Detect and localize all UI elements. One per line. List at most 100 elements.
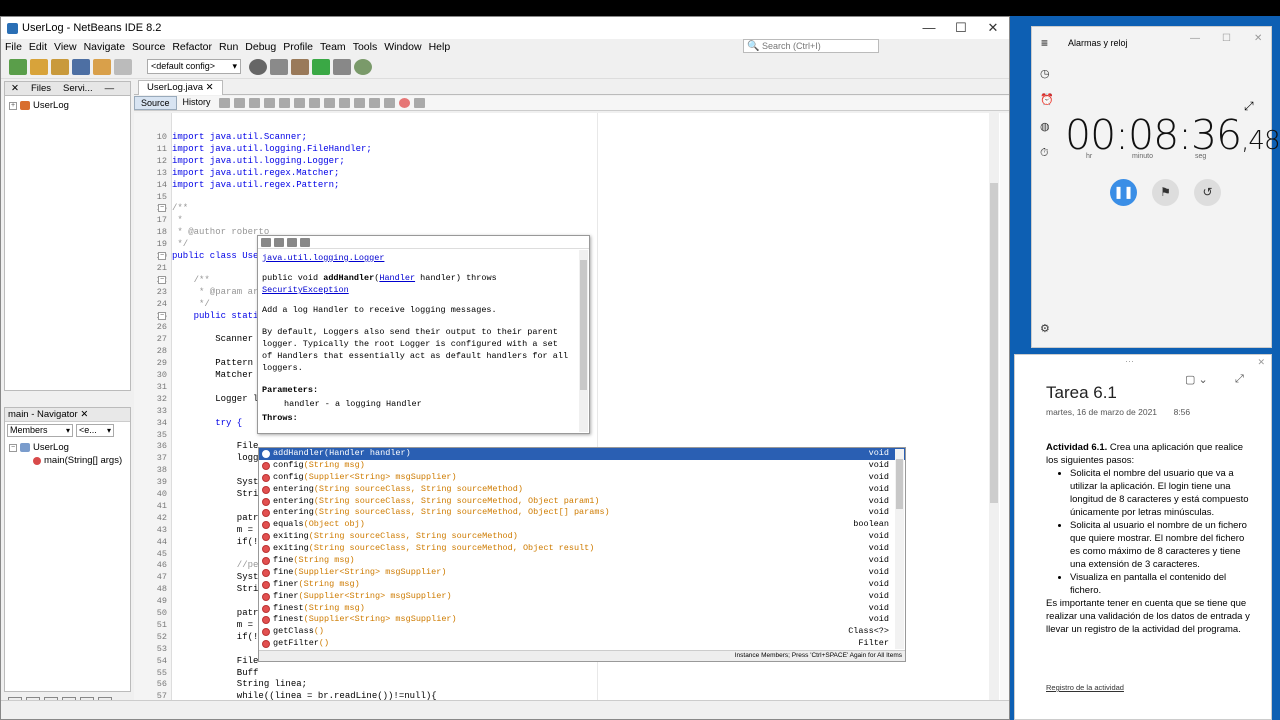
completion-item[interactable]: fine (String msg) void	[259, 555, 905, 567]
filter-select[interactable]: <e...	[76, 423, 114, 437]
expand-icon[interactable]: ⤢	[1235, 373, 1244, 386]
menu-tools[interactable]: Tools	[353, 41, 378, 53]
profile-icon[interactable]	[354, 58, 372, 75]
close-icon[interactable]: ✕	[1254, 33, 1262, 44]
completion-item[interactable]: getFilter() Filter	[259, 638, 905, 650]
editor-tool-icon[interactable]	[338, 98, 350, 108]
forward-icon[interactable]	[274, 237, 284, 247]
completion-item[interactable]: finer (String msg) void	[259, 579, 905, 591]
members-select[interactable]: Members	[7, 423, 73, 437]
hamburger-icon[interactable]: ≡	[1041, 36, 1048, 50]
completion-item[interactable]: exiting (String sourceClass, String sourc…	[259, 531, 905, 543]
handler-link[interactable]: Handler	[379, 273, 415, 283]
menu-view[interactable]: View	[54, 41, 77, 53]
completion-item[interactable]: config (String msg) void	[259, 460, 905, 472]
stop-macro-icon[interactable]	[413, 98, 425, 108]
menu-team[interactable]: Team	[320, 41, 346, 53]
fold-icon[interactable]: −	[158, 275, 166, 284]
minimize-icon[interactable]: —	[913, 17, 945, 39]
editor-tool-icon[interactable]	[368, 98, 380, 108]
debug-icon[interactable]	[333, 58, 351, 75]
completion-item[interactable]: config (Supplier<String> msgSupplier) void	[259, 472, 905, 484]
back-icon[interactable]	[261, 237, 271, 247]
method-node[interactable]: main(String[] args)	[9, 454, 126, 467]
minimize-icon[interactable]: —	[1190, 33, 1200, 44]
editor-scrollbar[interactable]	[989, 113, 999, 700]
clean-build-icon[interactable]	[291, 58, 309, 75]
lap-flag-button[interactable]: ⚑	[1152, 179, 1179, 206]
menu-edit[interactable]: Edit	[29, 41, 47, 53]
note-body[interactable]: Actividad 6.1. Crea una aplicación que r…	[1046, 441, 1251, 636]
timer-icon[interactable]: ◷	[1040, 67, 1054, 80]
history-tab[interactable]: History	[177, 96, 217, 110]
project-node[interactable]: + UserLog	[9, 99, 126, 112]
stopwatch-icon[interactable]: ⏱	[1040, 147, 1054, 159]
class-link[interactable]: java.util.logging.Logger	[262, 253, 384, 263]
world-clock-icon[interactable]: ◍	[1040, 120, 1054, 133]
minimize-panel-icon[interactable]: —	[99, 83, 121, 94]
maximize-icon[interactable]: ☐	[1222, 33, 1231, 44]
fold-icon[interactable]: −	[158, 252, 166, 260]
editor-tool-icon[interactable]	[308, 98, 320, 108]
run-icon[interactable]	[312, 58, 330, 75]
menu-file[interactable]: File	[5, 41, 22, 53]
record-macro-icon[interactable]	[398, 98, 410, 108]
build-icon[interactable]	[270, 58, 288, 75]
javadoc-scrollbar[interactable]	[579, 250, 588, 432]
editor-tool-icon[interactable]	[353, 98, 365, 108]
fold-icon[interactable]: −	[158, 311, 166, 320]
menu-profile[interactable]: Profile	[283, 41, 313, 53]
completion-scrollbar[interactable]	[895, 449, 904, 649]
tab-userlog-java[interactable]: UserLog.java ✕	[138, 80, 223, 95]
completion-item[interactable]: finest (Supplier<String> msgSupplier) void	[259, 614, 905, 626]
pause-button[interactable]: ❚❚	[1110, 179, 1137, 206]
open-project-icon[interactable]	[51, 58, 69, 75]
completion-item[interactable]: addHandler (Handler handler) void	[259, 448, 905, 460]
new-file-icon[interactable]	[9, 58, 27, 75]
undo-icon[interactable]	[93, 58, 111, 75]
menu-run[interactable]: Run	[219, 41, 238, 53]
alarm-icon[interactable]: ⏰	[1040, 93, 1054, 106]
editor-tool-icon[interactable]	[323, 98, 335, 108]
new-project-icon[interactable]	[30, 58, 48, 75]
editor-tool-icon[interactable]	[263, 98, 275, 108]
expand-icon[interactable]: +	[9, 101, 17, 110]
tab-services[interactable]: Servi...	[57, 83, 99, 94]
save-all-icon[interactable]	[72, 58, 90, 75]
menu-refactor[interactable]: Refactor	[172, 41, 212, 53]
menu-help[interactable]: Help	[429, 41, 451, 53]
redo-icon[interactable]	[114, 58, 132, 75]
completion-item[interactable]: exiting (String sourceClass, String sourc…	[259, 543, 905, 555]
menu-navigate[interactable]: Navigate	[84, 41, 125, 53]
completion-item[interactable]: getClass() Class<?>	[259, 626, 905, 638]
editor-tool-icon[interactable]	[383, 98, 395, 108]
close-icon[interactable]: ✕	[1257, 357, 1265, 368]
menu-debug[interactable]: Debug	[245, 41, 276, 53]
completion-item[interactable]: finest (String msg) void	[259, 603, 905, 615]
reset-button[interactable]: ↺	[1194, 179, 1221, 206]
completion-item[interactable]: fine (Supplier<String> msgSupplier) void	[259, 567, 905, 579]
activity-log-link[interactable]: Registro de la actividad	[1046, 683, 1124, 692]
completion-item[interactable]: entering (String sourceClass, String sour…	[259, 496, 905, 508]
collapse-icon[interactable]: −	[9, 443, 17, 452]
editor-tool-icon[interactable]	[278, 98, 290, 108]
source-tab[interactable]: Source	[134, 96, 177, 110]
open-browser-icon[interactable]	[287, 237, 297, 247]
editor-tool-icon[interactable]	[218, 98, 230, 108]
completion-item[interactable]: entering (String sourceClass, String sour…	[259, 507, 905, 519]
completion-item[interactable]: finer (Supplier<String> msgSupplier) void	[259, 591, 905, 603]
menu-window[interactable]: Window	[384, 41, 421, 53]
drag-handle[interactable]: ···	[1125, 356, 1134, 366]
fold-icon[interactable]: −	[158, 204, 166, 213]
maximize-icon[interactable]: ☐	[945, 17, 977, 39]
search-input[interactable]: 🔍 Search (Ctrl+I)	[743, 39, 879, 53]
menu-source[interactable]: Source	[132, 41, 165, 53]
exception-link[interactable]: SecurityException	[262, 285, 349, 295]
close-icon[interactable]: ✕	[977, 17, 1009, 39]
editor-tool-icon[interactable]	[233, 98, 245, 108]
config-select[interactable]: <default config>	[147, 59, 241, 74]
completion-item[interactable]: entering (String sourceClass, String sour…	[259, 484, 905, 496]
class-node[interactable]: − UserLog	[9, 441, 126, 454]
completion-item[interactable]: equals (Object obj) boolean	[259, 519, 905, 531]
editor-tool-icon[interactable]	[293, 98, 305, 108]
